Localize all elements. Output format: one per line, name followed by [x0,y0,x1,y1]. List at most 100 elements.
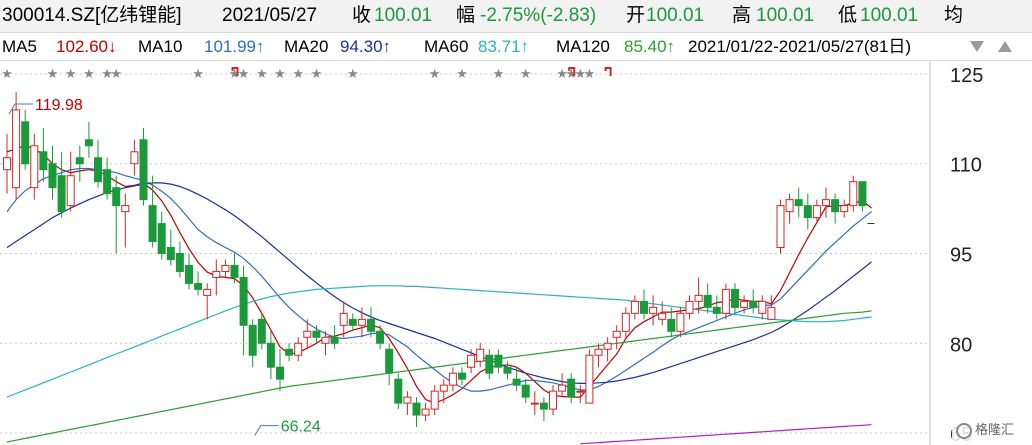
candle-body-down [731,288,739,308]
candle-body-down [567,378,576,398]
candle-body-down [667,318,676,332]
candle-body-up [121,205,130,213]
event-star-icon: ★ [47,67,59,82]
candle-body-up [822,199,830,207]
candle-body-down [276,366,284,380]
candle-body-up [685,300,694,314]
watermark-logo-icon [956,422,972,439]
candle-body-down [139,139,148,201]
ma-line-ma120 [6,310,872,443]
y-tick-label: 95 [950,245,972,267]
event-star-icon: ★ [1,67,13,82]
event-star-icon: ★ [192,67,204,82]
candle-body-up [321,336,330,344]
candle-body-up [439,384,448,392]
candle-body-down [194,282,203,290]
candle-body-up [840,205,849,213]
y-tick-label: 125 [950,65,983,87]
annotations: 119.98 66.24 [8,97,321,436]
candle-body-up [694,294,703,302]
candle-body-down [458,372,466,380]
candle-body-down [367,318,375,332]
candle-body-up [758,300,767,314]
candle-body-down [312,330,321,338]
moving-average-lines [6,145,872,445]
event-star-icon: ★ [456,67,468,82]
candle-body-down [521,384,530,398]
candle-body-up [785,199,794,213]
candle-body-down [703,294,712,308]
candle-body-up [467,354,476,368]
candle-body-up [658,312,667,320]
event-star-icon: ★ [584,67,596,82]
candle-body-down [503,366,512,374]
event-markers: ★ ★ ★ ★ ★★ ★ ★★ ★ ★ ★ ★ ★ ★ ★ ★ ★ ★★★★ [1,67,612,82]
candle-body-down [858,181,867,207]
candle-body-up [740,300,749,308]
event-star-icon: ★ [347,67,359,82]
event-star-icon: ★ [429,67,441,82]
candle-body-down [512,378,521,386]
candle-body-down [257,318,266,344]
candle-body-up [530,402,539,405]
candle-body-up [603,342,612,350]
candle-body-up [203,288,212,296]
candle-body-up [576,390,585,393]
ma-line-ma250 [580,424,872,445]
candle-body-up [549,390,557,410]
candle-body-down [285,348,294,356]
event-star-icon: ★ [292,67,304,82]
candle-body-down [539,402,548,410]
candle-body-up [558,384,567,392]
candle-body-up [221,264,230,272]
candle-body-up [594,348,603,356]
candle-body-down [57,175,66,213]
watermark: 格隆汇 [952,418,1030,442]
candle-body-up [621,312,630,332]
candle-body-down [266,342,275,368]
y-tick-label: 80 [950,334,972,356]
candle-body-down [94,157,102,183]
candle-body-down [48,163,57,189]
candle-body-down [39,151,48,171]
candle-body-down [831,199,840,213]
candle-body-up [3,157,11,171]
event-star-icon: ★ [65,67,77,82]
candle-body-down [330,336,339,344]
candle-body-up [130,151,139,165]
candles [3,91,875,428]
candle-body-down [230,264,239,278]
candle-body-down [803,205,812,219]
candle-body-up [612,330,621,338]
candle-body-down [749,300,758,308]
event-flag-icon [604,67,612,76]
candle-body-up [676,312,685,332]
candle-body-up [721,288,730,314]
event-star-icon: ★ [520,67,532,82]
candle-body-up [212,270,221,278]
candle-body-down [148,205,157,243]
ma-line-ma20 [6,182,872,384]
y-axis-ticks: 658095110125 [950,65,983,445]
candle-body-up [630,300,639,314]
candle-body-up [767,306,776,320]
event-star-icon: ★ [274,67,286,82]
candle-body-down [348,318,357,326]
candle-body-down [166,247,175,260]
candle-body-down [394,378,403,404]
candle-body-up [585,354,594,404]
candle-body-up [430,390,439,410]
event-star-icon: ★ [83,67,95,82]
event-star-icon: ★ [238,67,250,82]
candle-body-down [640,300,648,314]
candle-body-down [103,169,112,195]
candle-body-down [21,121,30,165]
candle-body-up [294,342,303,356]
candle-body-down [239,276,248,326]
candle-body-down [485,354,494,374]
candle-body-up [776,205,785,249]
candle-body-up [421,408,430,416]
ma-line-ma5 [6,145,872,404]
candle-body-down [376,330,385,344]
watermark-text: 格隆汇 [975,422,1015,437]
